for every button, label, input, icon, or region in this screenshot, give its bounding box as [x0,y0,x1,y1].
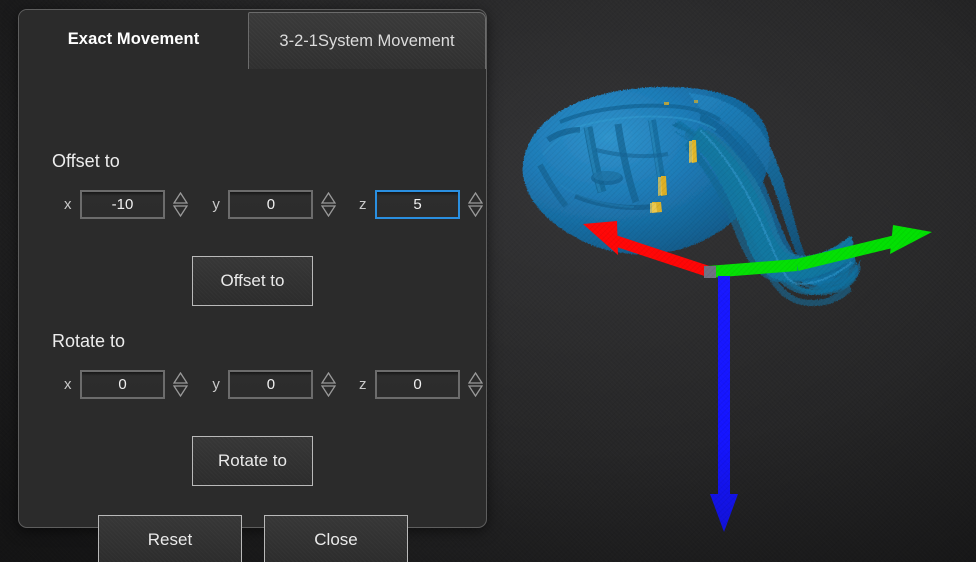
close-button[interactable]: Close [264,515,408,562]
application-window: Exact Movement 3-2-1System Movement Offs… [0,0,976,562]
chevron-up-icon[interactable] [468,192,483,204]
offset-z-input-box[interactable] [375,190,460,219]
offset-z-stepper[interactable] [464,187,486,221]
offset-y-group: y [212,187,339,221]
rotate-x-group: x [64,367,191,401]
offset-x-input[interactable] [82,192,163,217]
chevron-down-icon[interactable] [321,205,336,217]
dialog-tabbar: Exact Movement 3-2-1System Movement [19,10,486,70]
offset-z-group: z [359,187,486,221]
rotate-z-group: z [359,367,486,401]
chevron-down-icon[interactable] [173,205,188,217]
rotate-y-stepper[interactable] [317,367,339,401]
reset-button-label: Reset [148,530,192,550]
chevron-up-icon[interactable] [321,372,336,384]
offset-z-axis-label: z [359,196,375,213]
offset-y-stepper[interactable] [317,187,339,221]
rotate-to-button-label: Rotate to [218,451,287,471]
chevron-up-icon[interactable] [173,192,188,204]
rotate-z-input[interactable] [377,372,458,397]
rotate-z-input-box[interactable] [375,370,460,399]
chevron-down-icon[interactable] [468,385,483,397]
z-axis-arrow [710,276,738,532]
tab-321system-movement[interactable]: 3-2-1System Movement [248,12,486,70]
rotate-to-button[interactable]: Rotate to [192,436,313,486]
chevron-down-icon[interactable] [321,385,336,397]
tab-exact-movement[interactable]: Exact Movement [19,10,248,68]
tabbar-underline [19,69,486,71]
rotate-x-input[interactable] [82,372,163,397]
offset-section: Offset to x [19,151,486,221]
offset-y-input-box[interactable] [228,190,313,219]
offset-section-title: Offset to [52,151,486,172]
chevron-up-icon[interactable] [321,192,336,204]
rotate-y-group: y [212,367,339,401]
offset-to-button[interactable]: Offset to [192,256,313,306]
rotate-fields-row: x [19,367,486,401]
offset-y-axis-label: y [212,196,228,213]
rotate-x-stepper[interactable] [169,367,191,401]
chevron-up-icon[interactable] [173,372,188,384]
rotate-x-input-box[interactable] [80,370,165,399]
rotate-z-stepper[interactable] [464,367,486,401]
rotate-x-axis-label: x [64,376,80,393]
offset-fields-row: x [19,187,486,221]
chevron-up-icon[interactable] [468,372,483,384]
reset-button[interactable]: Reset [98,515,242,562]
rotate-z-axis-label: z [359,376,375,393]
rotate-y-axis-label: y [212,376,228,393]
tab-exact-movement-label: Exact Movement [68,30,200,49]
offset-x-stepper[interactable] [169,187,191,221]
axis-gizmo [583,221,932,532]
offset-to-button-label: Offset to [221,271,285,291]
rotate-section: Rotate to x [19,331,486,401]
offset-x-axis-label: x [64,196,80,213]
offset-y-input[interactable] [230,192,311,217]
chevron-down-icon[interactable] [173,385,188,397]
offset-z-input[interactable] [377,192,458,217]
exact-movement-dialog: Exact Movement 3-2-1System Movement Offs… [18,9,487,528]
close-button-label: Close [314,530,357,550]
rotate-y-input[interactable] [230,372,311,397]
rotate-y-input-box[interactable] [228,370,313,399]
rotate-section-title: Rotate to [52,331,486,352]
offset-x-group: x [64,187,191,221]
tab-321system-movement-label: 3-2-1System Movement [279,32,454,51]
offset-x-input-box[interactable] [80,190,165,219]
chevron-down-icon[interactable] [468,205,483,217]
